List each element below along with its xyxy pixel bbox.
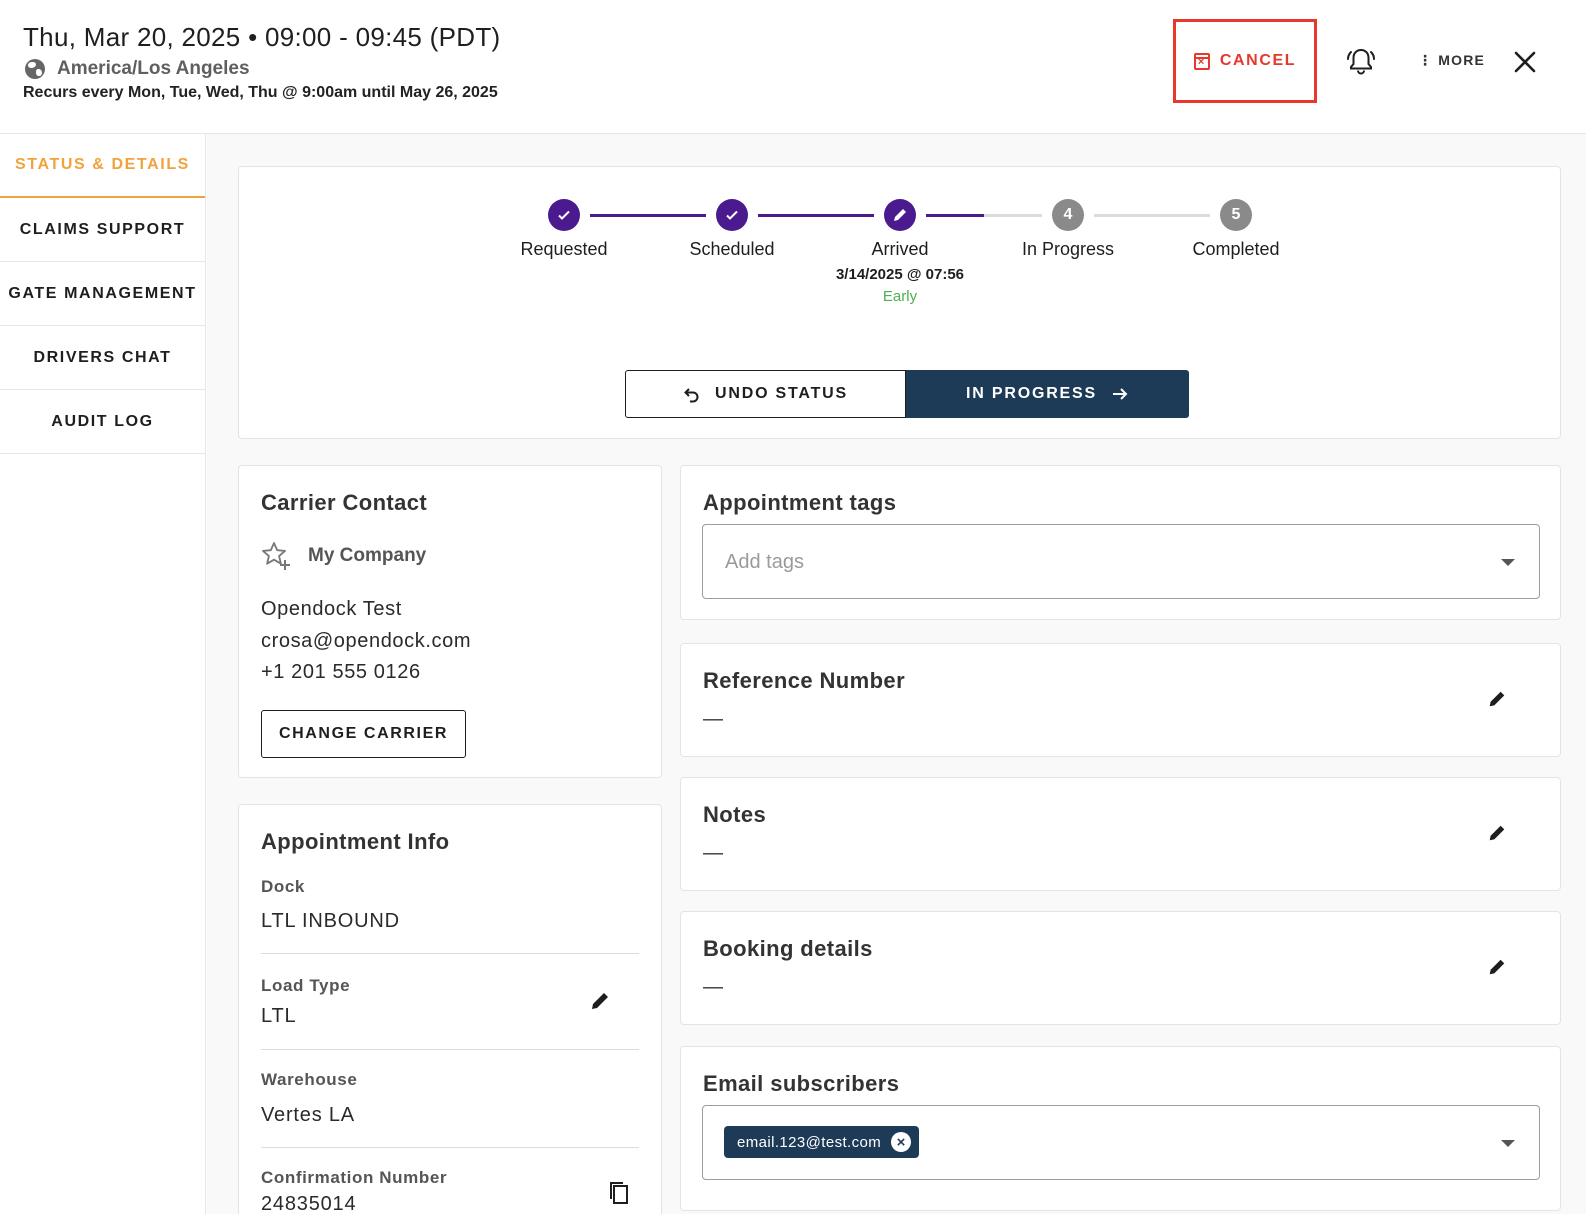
arrival-timestamp: 3/14/2025 @ 07:56 — [835, 266, 965, 283]
load-type-label: Load Type — [261, 976, 351, 995]
step-label: Arrived — [871, 239, 929, 259]
check-icon — [548, 199, 580, 231]
step-requested: Requested — [494, 199, 634, 260]
step-label: In Progress — [1021, 239, 1115, 259]
star-add-icon[interactable] — [260, 540, 292, 572]
chevron-down-icon[interactable] — [1501, 559, 1515, 566]
appointment-info-card: Appointment Info Dock LTL INBOUND Load T… — [238, 804, 662, 1214]
appointment-datetime: Thu, Mar 20, 2025 • 09:00 - 09:45 (PDT) — [23, 22, 501, 52]
sidebar-item-drivers-chat[interactable]: DRIVERS CHAT — [0, 326, 205, 390]
booking-details-card: Booking details — — [680, 911, 1561, 1025]
step-number: 5 — [1220, 199, 1252, 231]
divider — [261, 1147, 639, 1148]
divider — [261, 953, 639, 954]
undo-icon — [684, 388, 699, 403]
confirmation-number-value: 24835014 — [261, 1193, 357, 1214]
pencil-icon[interactable] — [884, 199, 916, 231]
carrier-contact-title: Carrier Contact — [261, 490, 428, 515]
carrier-contact-card: Carrier Contact My Company Opendock Test… — [238, 465, 662, 778]
warehouse-value: Vertes LA — [261, 1104, 355, 1126]
arrow-right-icon — [1112, 388, 1128, 400]
edit-notes-pencil-icon[interactable] — [1487, 823, 1507, 843]
contact-email: crosa@opendock.com — [261, 630, 472, 652]
step-label: Completed — [1192, 239, 1280, 259]
edit-reference-pencil-icon[interactable] — [1487, 689, 1507, 709]
step-scheduled: Scheduled — [662, 199, 802, 260]
undo-status-button[interactable]: UNDO STATUS — [625, 370, 906, 418]
in-progress-label: IN PROGRESS — [966, 385, 1097, 402]
email-chip: email.123@test.com × — [724, 1126, 920, 1158]
appointment-info-title: Appointment Info — [261, 829, 450, 854]
copy-icon[interactable] — [608, 1180, 630, 1206]
appointment-tags-card: Appointment tags Add tags — [680, 465, 1561, 620]
undo-status-label: UNDO STATUS — [715, 385, 848, 402]
in-progress-button[interactable]: IN PROGRESS — [906, 370, 1189, 418]
reference-number-card: Reference Number — — [680, 643, 1561, 757]
bell-icon[interactable] — [1346, 46, 1376, 76]
recurrence-text: Recurs every Mon, Tue, Wed, Thu @ 9:00am… — [23, 84, 498, 101]
tags-select[interactable]: Add tags — [702, 524, 1540, 599]
chevron-down-icon[interactable] — [1501, 1140, 1515, 1147]
appointment-header: Thu, Mar 20, 2025 • 09:00 - 09:45 (PDT) … — [0, 0, 1586, 134]
email-subscribers-select[interactable]: email.123@test.com × — [702, 1105, 1540, 1180]
company-name: My Company — [308, 545, 427, 566]
step-arrived[interactable]: Arrived 3/14/2025 @ 07:56 Early — [830, 199, 970, 305]
globe-icon — [25, 59, 45, 79]
cancel-button[interactable]: CANCEL — [1173, 19, 1317, 103]
sidebar-item-audit-log[interactable]: AUDIT LOG — [0, 390, 205, 454]
sidebar: STATUS & DETAILS CLAIMS SUPPORT GATE MAN… — [0, 134, 206, 1214]
booking-details-value: — — [703, 976, 723, 998]
step-label: Scheduled — [689, 239, 775, 259]
check-icon — [716, 199, 748, 231]
company-row: My Company — [260, 540, 426, 572]
appointment-tags-title: Appointment tags — [703, 490, 897, 515]
status-card: Requested Scheduled Arrived 3/14/2025 @ … — [238, 166, 1561, 439]
notes-value: — — [703, 842, 723, 864]
contact-name: Opendock Test — [261, 598, 402, 620]
arrival-early-badge: Early — [882, 288, 918, 305]
edit-load-type-pencil-icon[interactable] — [589, 990, 611, 1012]
notes-title: Notes — [703, 802, 767, 827]
more-button[interactable]: ⋮ MORE — [1418, 52, 1485, 69]
cancel-label: CANCEL — [1219, 52, 1297, 69]
step-in-progress: 4 In Progress — [998, 199, 1138, 260]
load-type-value: LTL — [261, 1005, 297, 1027]
booking-details-title: Booking details — [703, 936, 873, 961]
reference-number-title: Reference Number — [703, 668, 906, 693]
change-carrier-button[interactable]: CHANGE CARRIER — [261, 710, 466, 758]
notes-card: Notes — — [680, 777, 1561, 891]
timezone-row: America/Los Angeles — [25, 58, 250, 80]
remove-chip-icon[interactable]: × — [891, 1132, 912, 1152]
divider — [261, 1049, 639, 1050]
step-label: Requested — [520, 239, 608, 259]
contact-phone: +1 201 555 0126 — [261, 661, 421, 683]
main-content: Requested Scheduled Arrived 3/14/2025 @ … — [207, 134, 1586, 1214]
step-completed: 5 Completed — [1166, 199, 1306, 260]
email-subscribers-card: Email subscribers email.123@test.com × — [680, 1046, 1561, 1211]
email-chip-label: email.123@test.com — [737, 1133, 882, 1151]
warehouse-label: Warehouse — [261, 1070, 358, 1089]
email-subscribers-title: Email subscribers — [703, 1071, 900, 1096]
edit-booking-pencil-icon[interactable] — [1487, 957, 1507, 977]
dock-value: LTL INBOUND — [261, 910, 400, 932]
status-stepper: Requested Scheduled Arrived 3/14/2025 @ … — [239, 167, 1560, 327]
step-number: 4 — [1052, 199, 1084, 231]
confirmation-number-label: Confirmation Number — [261, 1168, 448, 1187]
sidebar-item-gate-management[interactable]: GATE MANAGEMENT — [0, 262, 205, 326]
calendar-cancel-icon — [1193, 52, 1210, 70]
timezone-label: America/Los Angeles — [57, 58, 250, 79]
dock-label: Dock — [261, 877, 305, 896]
sidebar-item-claims-support[interactable]: CLAIMS SUPPORT — [0, 198, 205, 262]
status-button-group: UNDO STATUS IN PROGRESS — [625, 370, 1189, 418]
tags-placeholder: Add tags — [725, 551, 804, 573]
sidebar-item-status-details[interactable]: STATUS & DETAILS — [0, 134, 205, 198]
reference-number-value: — — [703, 708, 723, 730]
close-icon[interactable] — [1512, 49, 1538, 75]
